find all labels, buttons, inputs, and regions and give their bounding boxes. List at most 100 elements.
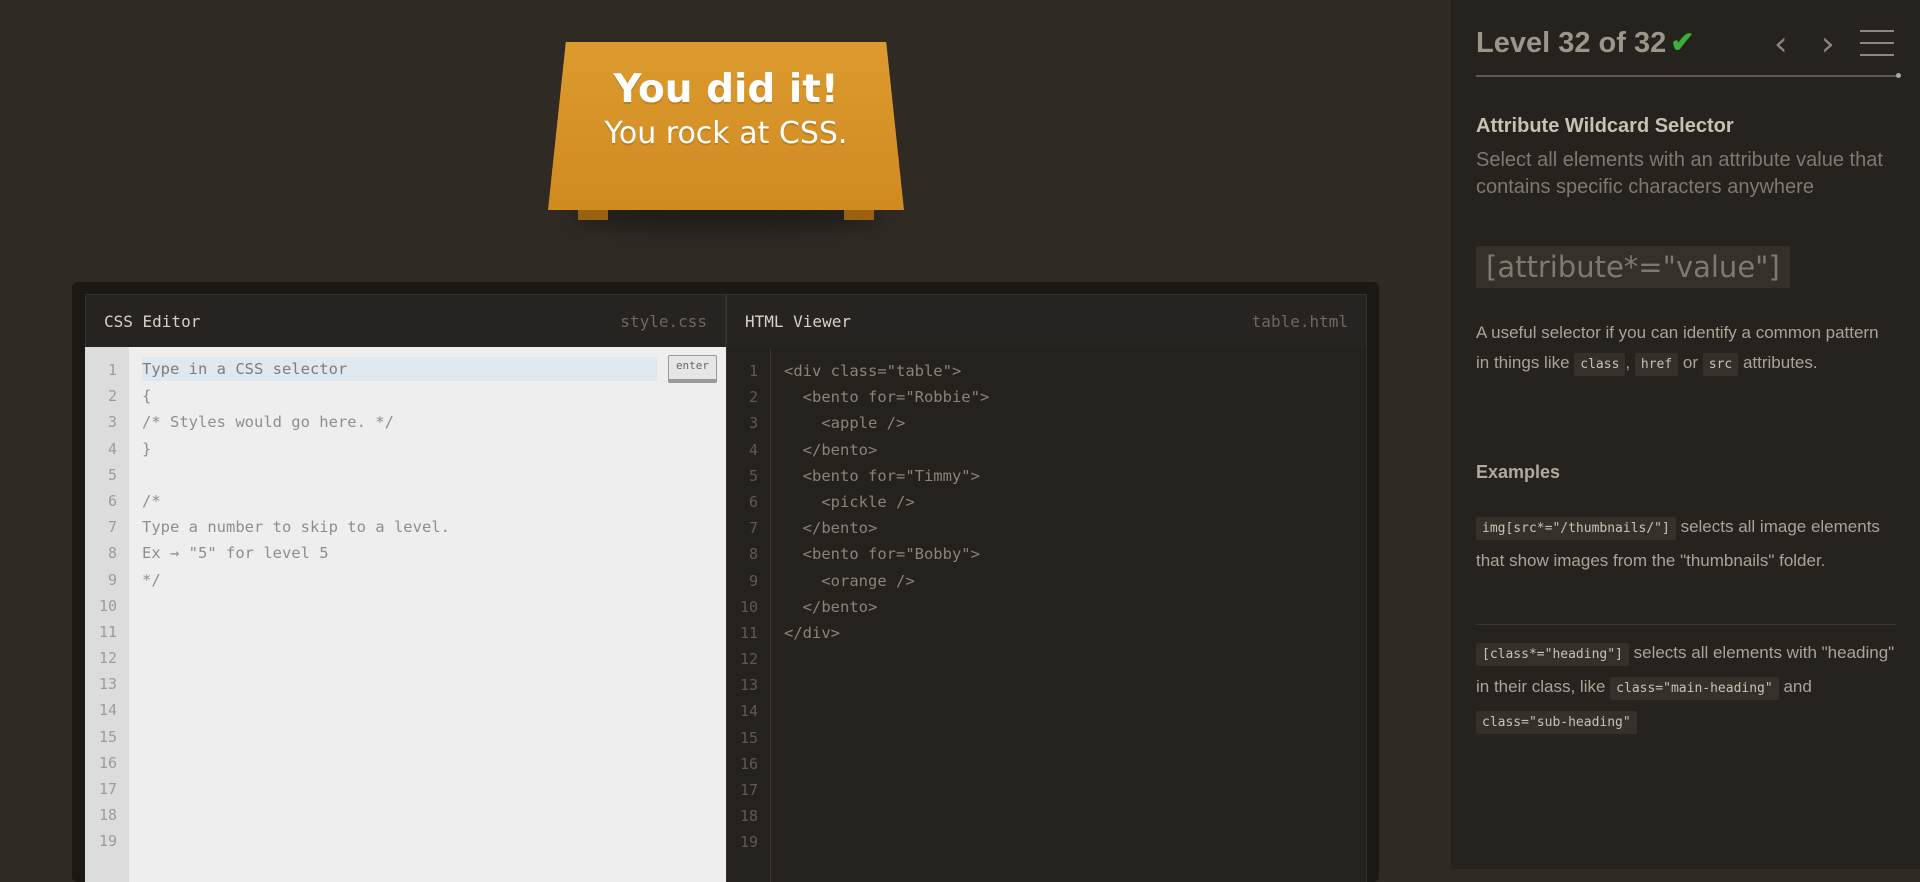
line-number: 9 xyxy=(748,571,758,590)
example-divider xyxy=(1476,624,1896,625)
examples-title: Examples xyxy=(1476,462,1561,482)
css-line-numbers: 1 2 3 4 5 6 7 8 9 10 11 12 13 14 15 16 17 18 19 xyxy=(85,347,129,882)
css-editor-body: 1 2 3 4 5 6 7 8 9 10 11 12 13 14 15 16 17 18 19 {/* Styles… xyxy=(85,347,726,882)
line-number: 11 xyxy=(98,622,117,641)
line-number: 14 xyxy=(98,701,117,720)
code-line: /* xyxy=(142,491,161,510)
code-line: /* Styles would go here. */ xyxy=(142,413,394,432)
line-number: 15 xyxy=(739,728,758,747)
code-line: </bento> xyxy=(784,519,878,538)
example-2: [class*="heading"] selects all elements … xyxy=(1476,637,1896,739)
html-viewer-filename: table.html xyxy=(1251,312,1348,331)
line-number: 14 xyxy=(739,702,758,721)
css-editor-title: CSS Editor xyxy=(104,311,201,331)
line-number: 5 xyxy=(748,466,758,485)
editor: CSS Editor style.css 1 2 3 4 5 6 7 8 9 10 11 12 13 14… xyxy=(72,282,1379,882)
check-icon: ✔ xyxy=(1670,27,1695,59)
line-number: 2 xyxy=(748,388,758,407)
line-number: 4 xyxy=(107,439,117,458)
line-number: 18 xyxy=(98,806,117,825)
success-table: You did it! You rock at CSS. xyxy=(548,42,904,230)
code-line: <bento for="Timmy"> xyxy=(784,466,980,485)
win-line-2: You rock at CSS. xyxy=(604,116,848,151)
line-number: 3 xyxy=(107,413,117,432)
code-line: <bento for="Robbie"> xyxy=(784,388,990,407)
hint-tag-class: class xyxy=(1574,353,1626,376)
selector-name: Attribute Wildcard Selector xyxy=(1476,115,1734,137)
line-number: 7 xyxy=(107,518,117,537)
line-number: 3 xyxy=(748,414,758,433)
enter-button[interactable]: enter xyxy=(668,355,717,383)
code-line: { xyxy=(142,387,152,406)
hint-sep: or xyxy=(1678,353,1703,372)
line-number: 12 xyxy=(739,650,758,669)
example-2-code: [class*="heading"] xyxy=(1476,643,1629,666)
win-message: You did it! You rock at CSS. xyxy=(548,66,904,154)
line-number: 17 xyxy=(739,781,758,799)
hint-tag-src: src xyxy=(1702,353,1739,376)
html-viewer-pane: HTML Viewer table.html 1 2 3 4 5 6 7 8 9 10 11 12 13… xyxy=(726,294,1367,882)
line-number: 13 xyxy=(739,676,758,695)
progress-bar xyxy=(1476,73,1901,78)
line-number: 15 xyxy=(98,727,117,746)
menu-icon[interactable] xyxy=(1860,30,1894,56)
line-number: 10 xyxy=(98,596,117,615)
previous-level-button[interactable]: ‹ xyxy=(1774,24,1788,64)
next-level-button[interactable]: › xyxy=(1821,24,1835,64)
css-editor-header: CSS Editor style.css xyxy=(85,294,726,347)
selector-hint: A useful selector if you can identify a … xyxy=(1476,318,1896,380)
line-number: 8 xyxy=(107,544,117,563)
line-number: 6 xyxy=(107,491,117,510)
line-number: 5 xyxy=(107,465,117,484)
line-number: 16 xyxy=(739,754,758,773)
hint-text-end: attributes. xyxy=(1738,353,1818,372)
line-number: 4 xyxy=(748,440,758,459)
line-number: 11 xyxy=(739,623,758,642)
code-line: <orange /> xyxy=(784,571,915,590)
line-number: 17 xyxy=(98,780,117,798)
line-number: 9 xyxy=(107,570,117,589)
css-code: { /* Styles would go here. */} /* Type a nu… xyxy=(142,357,716,593)
line-number: 13 xyxy=(98,675,117,694)
line-number: 1 xyxy=(107,361,117,379)
table-leg-right xyxy=(844,210,874,220)
code-line: Ex → "5" for level 5 xyxy=(142,544,329,563)
code-line: } xyxy=(142,439,152,458)
code-line: </bento> xyxy=(784,597,878,616)
line-number: 7 xyxy=(748,519,758,538)
line-number: 10 xyxy=(739,597,758,616)
example-2-code-3: class="sub-heading" xyxy=(1476,711,1637,734)
code-line: */ xyxy=(142,570,161,589)
level-indicator: Level 32 of 32 ✔ xyxy=(1476,25,1695,60)
code-line: <bento for="Bobby"> xyxy=(784,545,980,564)
html-code[interactable]: <div class="table"> <bento for="Robbie">… xyxy=(784,358,1356,646)
line-number: 18 xyxy=(739,807,758,826)
line-number: 8 xyxy=(748,545,758,564)
hint-sep: , xyxy=(1625,353,1635,372)
code-line: <pickle /> xyxy=(784,492,915,511)
line-number: 19 xyxy=(739,833,758,852)
table-leg-left xyxy=(578,210,608,220)
html-viewer-header: HTML Viewer table.html xyxy=(727,295,1366,348)
example-2-code-2: class="main-heading" xyxy=(1610,677,1779,700)
example-1: img[src*="/thumbnails/"] selects all ima… xyxy=(1476,511,1896,577)
css-selector-input[interactable] xyxy=(142,357,657,381)
code-line: Type a number to skip to a level. xyxy=(142,518,450,537)
progress-dot xyxy=(1896,73,1901,78)
hint-tag-href: href xyxy=(1634,353,1679,376)
level-header: Level 32 of 32 ✔ ‹ › xyxy=(1476,22,1901,80)
line-number: 1 xyxy=(748,362,758,380)
html-viewer-body: 1 2 3 4 5 6 7 8 9 10 11 12 13 14 15 16 17 18 19 <div class… xyxy=(727,348,1366,882)
html-viewer-title: HTML Viewer xyxy=(745,312,851,331)
line-number: 19 xyxy=(98,832,117,851)
line-number: 12 xyxy=(98,649,117,668)
sidebar: Level 32 of 32 ✔ ‹ › Attribute Wildcard S… xyxy=(1451,0,1920,869)
line-number: 16 xyxy=(98,753,117,772)
example-2-text-2: and xyxy=(1778,677,1812,696)
code-line: <apple /> xyxy=(784,414,906,433)
css-editor-filename: style.css xyxy=(620,311,707,331)
level-text: Level 32 of 32 xyxy=(1476,27,1667,59)
game-area: You did it! You rock at CSS. CSS Editor … xyxy=(0,0,1451,882)
code-line: <div class="table"> xyxy=(784,362,962,380)
